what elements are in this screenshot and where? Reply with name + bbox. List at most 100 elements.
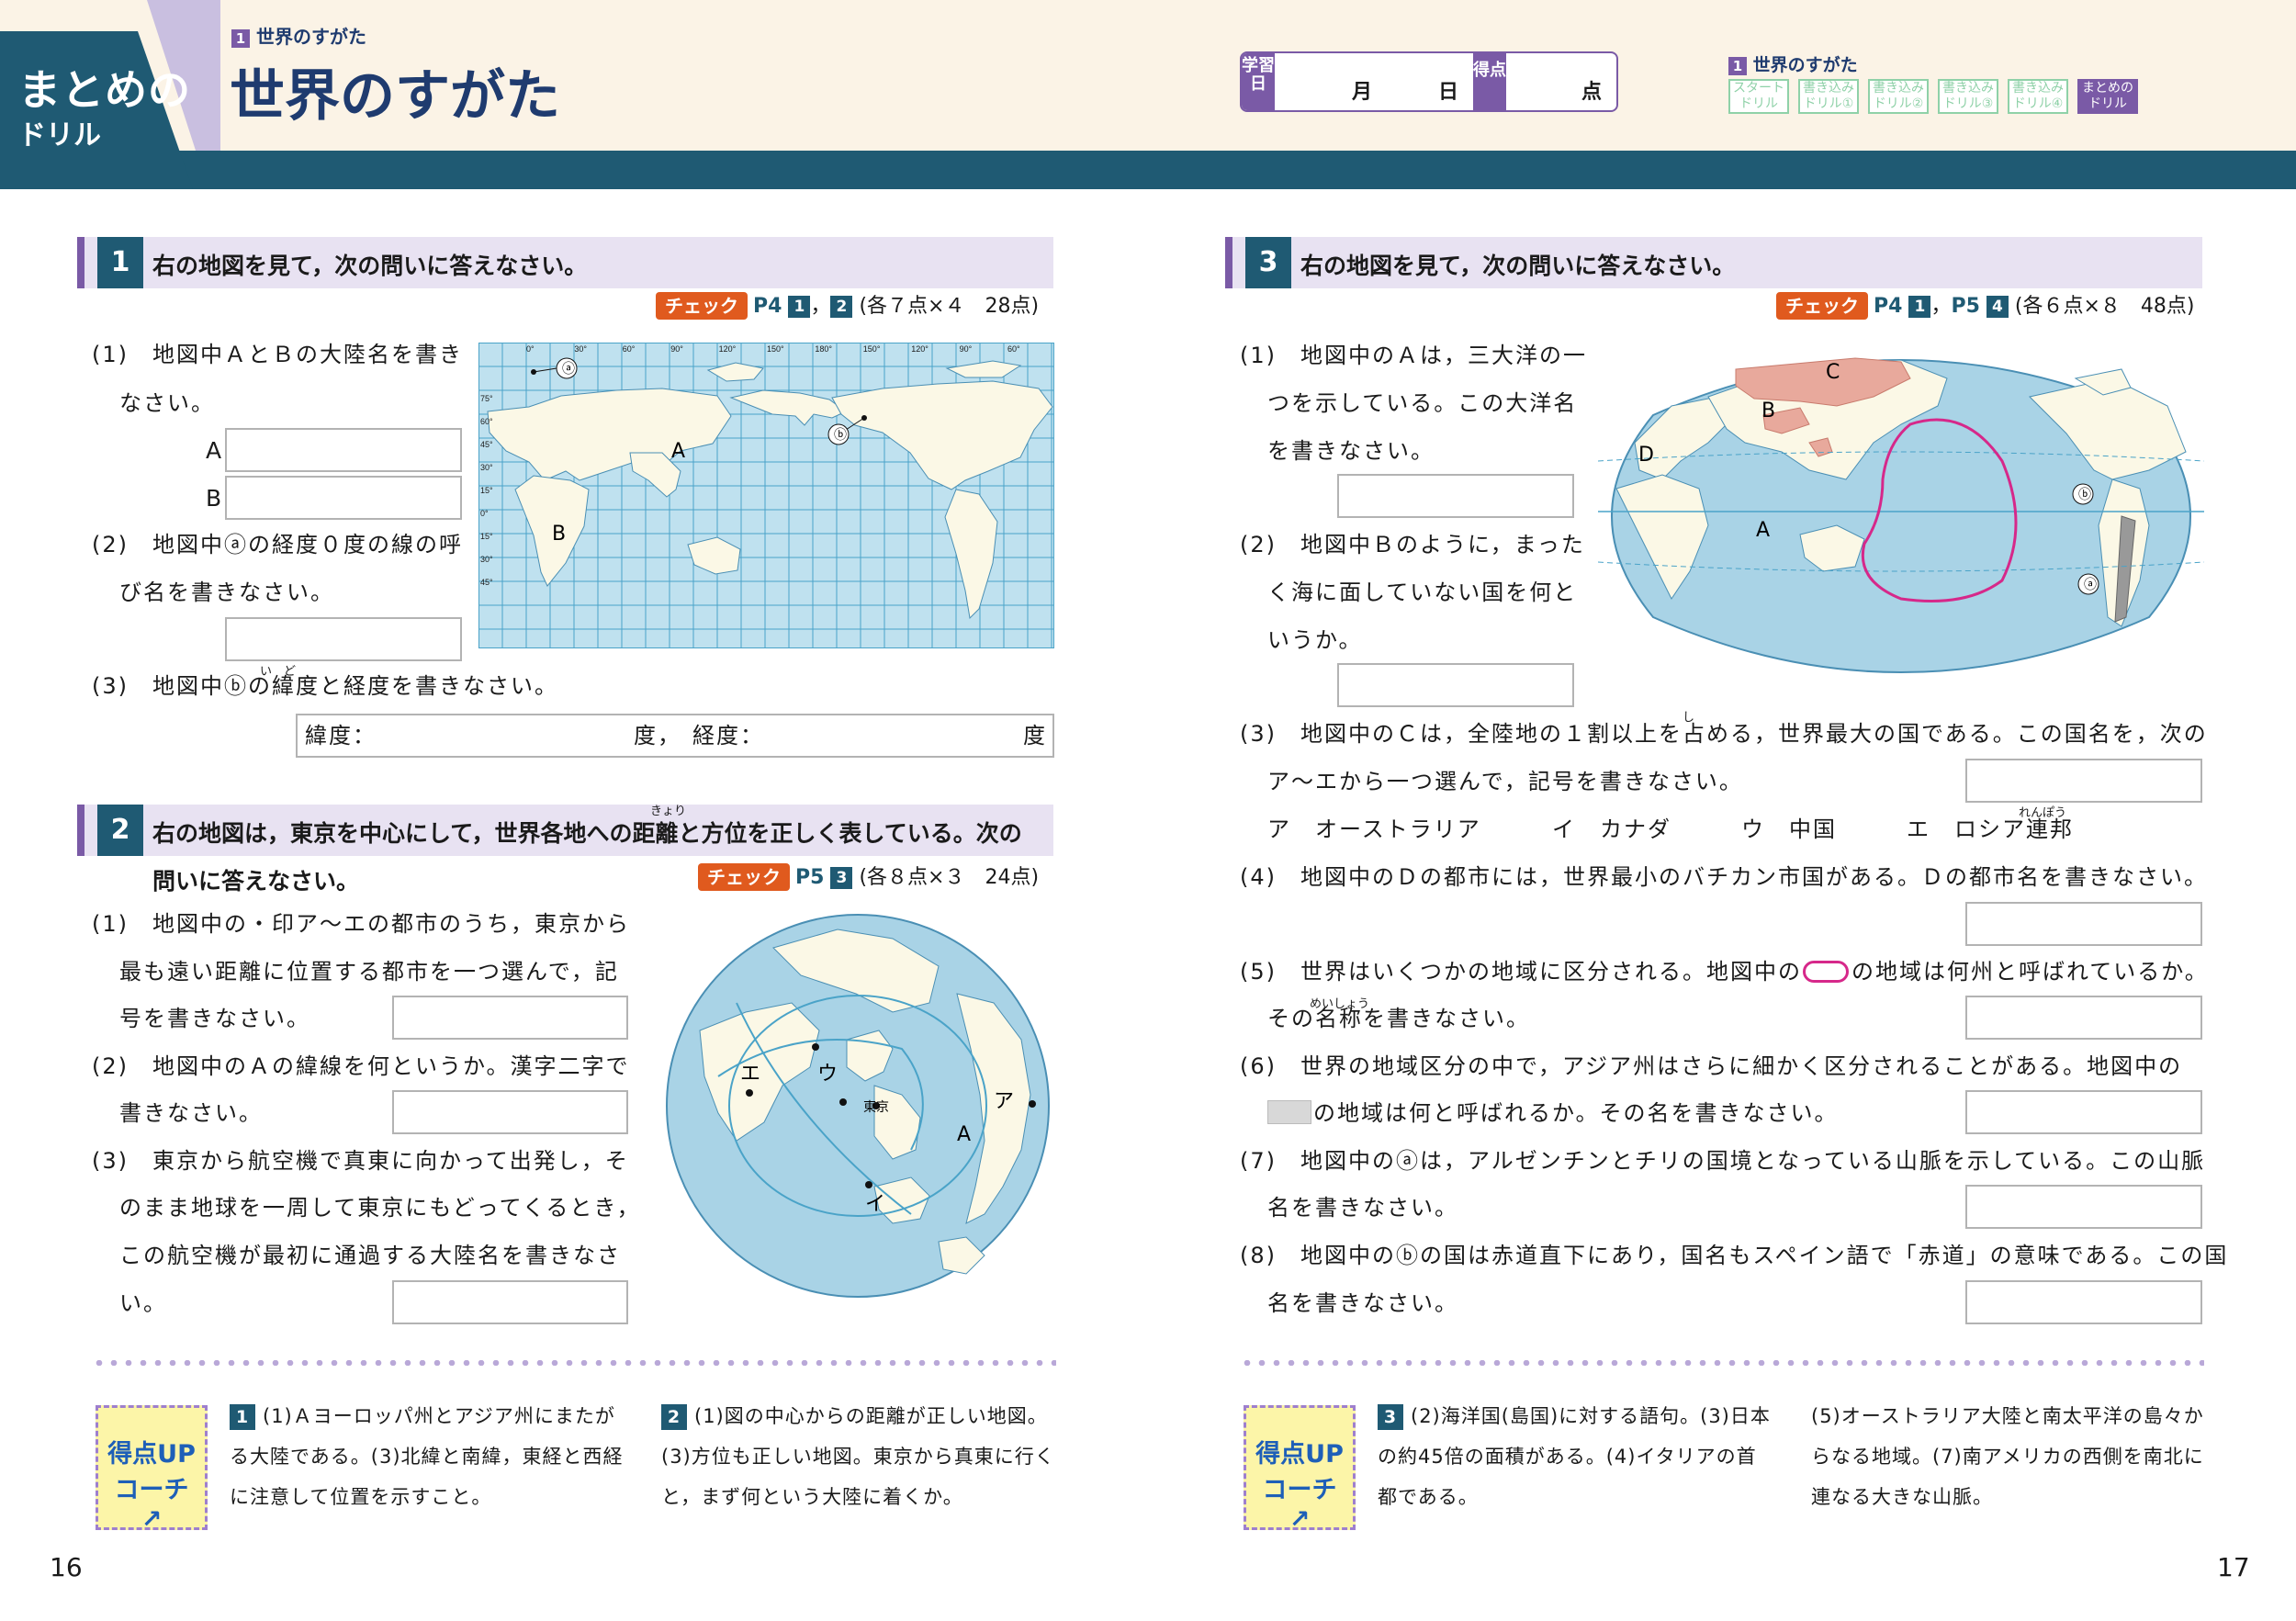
map1-label-B: B	[552, 523, 566, 546]
lat-tick-label: 15°	[480, 532, 493, 541]
q3-p6-line1: (6) 世界の地域区分の中で，アジア州はさらに細かく区分されることがある。地図中…	[1240, 1053, 2183, 1079]
lon-tick-label: 60°	[623, 344, 636, 354]
q2-p1-line3: 号を書きなさい。	[119, 1006, 310, 1031]
map2-label-A: A	[957, 1123, 971, 1146]
lon-tick-label: 180°	[815, 344, 832, 354]
deg-label-1: 度，	[634, 723, 681, 749]
q3-p1-line1: (1) 地図中のＡは，三大洋の一	[1240, 343, 1587, 368]
coach-badge-left: 得点UP コーチ ↗	[96, 1405, 208, 1534]
date-score-box: 学習日 月 日 得点 点	[1240, 51, 1618, 112]
lon-tick-label: 150°	[863, 344, 881, 354]
q3-p8-line2: 名を書きなさい。	[1267, 1290, 1458, 1316]
q2-azimuthal-map: エ ウ 東京 ア A イ	[666, 914, 1050, 1298]
nav-start-drill[interactable]: スタート ドリル	[1728, 79, 1789, 114]
q1-p1-line2: なさい。	[119, 390, 215, 416]
q2-p3-line4: い。	[119, 1290, 167, 1316]
q1-answer-2[interactable]	[225, 617, 462, 661]
q3-answer-3[interactable]	[1965, 759, 2202, 803]
q2-instruction-line2: 問いに答えなさい。	[152, 868, 360, 895]
q2-number: 2	[97, 805, 143, 856]
q2-p2-line2: 書きなさい。	[119, 1100, 263, 1126]
map3-label-C: C	[1826, 361, 1840, 384]
q1-p1-line1: (1) 地図中ＡとＢの大陸名を書き	[92, 342, 463, 367]
hint-number: 3	[1378, 1404, 1403, 1430]
nav-writing-drill-4[interactable]: 書き込み ドリル④	[2008, 79, 2068, 114]
check-badge: チェック	[656, 292, 748, 320]
map1-label-a: ⓐ	[562, 362, 575, 377]
gray-area-icon	[1267, 1100, 1311, 1124]
q2-instruction-line1: 右の地図は，東京を中心にして，世界各地への距離と方位を正しく表している。次の	[152, 820, 1022, 847]
map2-label-e: エ	[740, 1063, 760, 1086]
lon-tick-label: 30°	[574, 344, 587, 354]
deg-label-2: 度	[1023, 723, 1047, 749]
coach-label1: 得点UP	[1255, 1440, 1344, 1469]
q3-answer-1[interactable]	[1337, 474, 1574, 518]
page-number-left: 16	[50, 1552, 83, 1582]
nav-writing-drill-2[interactable]: 書き込み ドリル②	[1868, 79, 1929, 114]
q1-p3: (3) 地図中ⓑの緯度と経度を書きなさい。	[92, 673, 558, 699]
q3-p4: (4) 地図中のＤの都市には，世界最小のバチカン市国がある。Ｄの都市名を書きなさ…	[1240, 864, 2208, 890]
lon-label: 経度：	[692, 723, 764, 749]
q1-points: (各７点×４ 28点)	[859, 295, 1040, 318]
lon-tick-label: 60°	[1007, 344, 1020, 354]
q3-check: チェック P4 1 ，P5 4 (各６点×８ 48点)	[1776, 292, 2195, 320]
nav-writing-drill-1[interactable]: 書き込み ドリル①	[1798, 79, 1859, 114]
q3-answer-6[interactable]	[1965, 1090, 2202, 1134]
coach-label2: コーチ ↗	[1246, 1469, 1353, 1534]
arrow-up-icon: ↗	[1289, 1505, 1311, 1534]
header-band	[0, 151, 2296, 189]
hint-number: 1	[230, 1404, 255, 1430]
nav-title: 1 世界のすがた	[1728, 51, 1858, 76]
q1-p2-line1: (2) 地図中ⓐの経度０度の線の呼	[92, 532, 463, 557]
coach-hint-3: 3 (2)海洋国(島国)に対する語句。(3)日本 の約45倍の面積がある。(4)イ…	[1378, 1404, 1771, 1508]
q2-answer-3[interactable]	[392, 1280, 628, 1324]
q1-answer-b[interactable]	[225, 476, 462, 520]
coach-hint-1: 1 (1)Ａヨーロッパ州とアジア州にまたが る大陸である。(3)北緯と南緯，東経と…	[230, 1404, 624, 1508]
q2-p1-line1: (1) 地図中の・印ア～エの都市のうち，東京から	[92, 911, 630, 937]
q3-choice-e: エ ロシア連邦	[1907, 816, 2074, 842]
q3-answer-8[interactable]	[1965, 1280, 2202, 1324]
coach-hint-3b: (5)オーストラリア大陸と南太平洋の島々か らなる地域。(7)南アメリカの西側を…	[1811, 1405, 2204, 1508]
q2-answer-1[interactable]	[392, 996, 628, 1040]
map2-label-u: ウ	[817, 1063, 838, 1086]
lon-tick-label: 150°	[767, 344, 784, 354]
q2-check: チェック P5 3 (各８点×３ 24点)	[698, 863, 1039, 891]
q2-points: (各８点×３ 24点)	[859, 866, 1040, 889]
score-label: 得点	[1473, 53, 1506, 110]
q2-p3-line2: のまま地球を一周して東京にもどってくるとき，	[119, 1195, 641, 1221]
q2-p2-line1: (2) 地図中のＡの緯線を何というか。漢字二字で	[92, 1053, 630, 1079]
map3-label-D: D	[1638, 444, 1654, 467]
lat-tick-label: 45°	[480, 578, 493, 587]
q3-answer-5[interactable]	[1965, 996, 2202, 1040]
q3-p3-line1: (3) 地図中のＣは，全陸地の１割以上を占める，世界最大の国である。この国名を，…	[1240, 721, 2208, 747]
score-unit: 点	[1581, 81, 1603, 104]
q3-p5-line2: その名称を書きなさい。	[1267, 1006, 1530, 1031]
divider-left	[92, 1360, 1056, 1366]
page-number-right: 17	[2217, 1552, 2250, 1582]
map2-label-i: イ	[865, 1193, 885, 1216]
q3-answer-7[interactable]	[1965, 1185, 2202, 1229]
unit-label: 1 世界のすがた	[231, 22, 366, 49]
q1-check: チェック P4 1， 2 (各７点×４ 28点)	[656, 292, 1039, 320]
q2-answer-2[interactable]	[392, 1090, 628, 1134]
nav-writing-drill-3[interactable]: 書き込み ドリル③	[1938, 79, 1998, 114]
q1-number: 1	[97, 237, 143, 288]
q3-p2-line2: く海に面していない国を何と	[1267, 580, 1578, 605]
day-label: 日	[1438, 81, 1459, 104]
q3-answer-2[interactable]	[1337, 663, 1574, 707]
map1-label-A: A	[671, 440, 685, 463]
q1-answer-a[interactable]	[225, 428, 462, 472]
q1-label-b: B	[206, 485, 222, 512]
nav-summary-drill[interactable]: まとめの ドリル	[2077, 79, 2138, 114]
q1-label-a: A	[206, 437, 222, 464]
q3-instruction: 右の地図を見て，次の問いに答えなさい。	[1300, 253, 1736, 279]
unit-label-text: 世界のすがた	[255, 26, 366, 48]
lat-tick-label: 30°	[480, 555, 493, 564]
q1-p2-line2: び名を書きなさい。	[119, 580, 334, 605]
q3-answer-4[interactable]	[1965, 902, 2202, 946]
q3-p5-line1a: (5) 世界はいくつかの地域に区分される。地図中の	[1240, 959, 1802, 985]
map2-label-tokyo: 東京	[863, 1100, 889, 1115]
map1-label-b: ⓑ	[834, 428, 847, 443]
lat-tick-label: 15°	[480, 486, 493, 495]
lat-tick-label: 75°	[480, 394, 493, 403]
